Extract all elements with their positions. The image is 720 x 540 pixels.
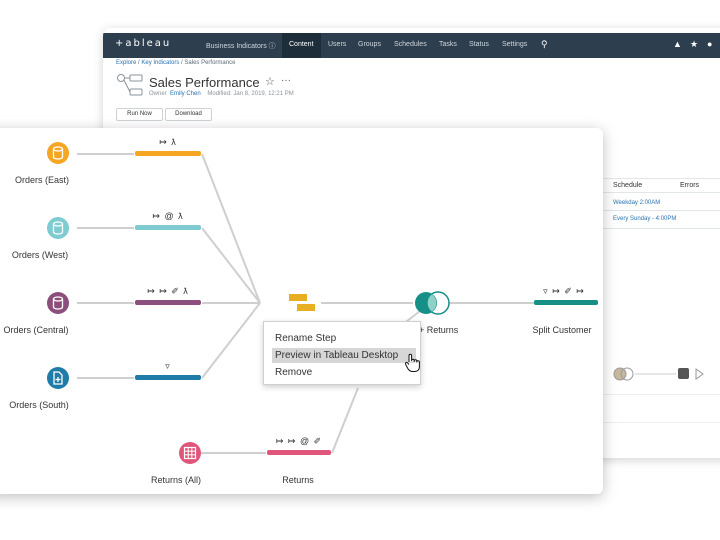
step-label-returns: Returns <box>282 475 314 485</box>
breadcrumb: Explore / Key Indicators / Sales Perform… <box>116 60 236 66</box>
clean-step-central[interactable] <box>135 300 201 305</box>
nav-schedules[interactable]: Schedules <box>394 41 427 48</box>
input-node-orders-central[interactable] <box>46 291 70 315</box>
search-icon[interactable]: ⚲ <box>541 39 548 50</box>
clean-step-returns[interactable] <box>267 450 331 455</box>
input-label-orders-central: Orders (Central) <box>3 325 69 335</box>
input-node-orders-east[interactable] <box>46 141 70 165</box>
favorite-star-icon[interactable]: ☆ <box>265 75 275 88</box>
clean-step-west[interactable] <box>135 225 201 230</box>
schedule-cell[interactable]: Every Sunday - 4:00PM <box>613 216 676 222</box>
step-ops-icons: ↦ ↦ ✐ ƛ <box>147 286 189 296</box>
hand-cursor-icon <box>404 353 420 372</box>
top-nav-bar: +ableau Business Indicators ⓘ Content Us… <box>103 33 720 58</box>
input-node-orders-south[interactable] <box>46 366 70 390</box>
nav-status[interactable]: Status <box>469 41 489 48</box>
join-step-icon[interactable] <box>414 290 452 316</box>
clean-step-south[interactable] <box>135 375 201 380</box>
page-title: Sales Performance <box>149 75 260 90</box>
nav-groups[interactable]: Groups <box>358 41 381 48</box>
nav-settings[interactable]: Settings <box>502 41 527 48</box>
schedule-cell[interactable]: Weekday 2:00AM <box>613 200 660 206</box>
menu-item-remove[interactable]: Remove <box>264 365 420 380</box>
modified-date: Modified: Jan 8, 2019, 12:21 PM <box>207 91 294 97</box>
input-label-orders-south: Orders (South) <box>9 400 69 410</box>
run-now-button[interactable]: Run Now <box>116 108 163 121</box>
user-icon[interactable]: ● <box>707 39 712 49</box>
alert-icon[interactable]: ▲ <box>673 39 682 49</box>
nav-business-indicators[interactable]: Business Indicators ⓘ <box>206 41 276 51</box>
favorites-star-icon[interactable]: ★ <box>690 39 698 50</box>
col-header-errors[interactable]: Errors <box>680 182 699 189</box>
more-actions-icon[interactable]: ··· <box>281 75 291 86</box>
mini-flow-preview <box>613 367 704 381</box>
step-ops-icons: ▿ ↦ ✐ ↦ <box>543 286 585 296</box>
nav-users[interactable]: Users <box>328 41 346 48</box>
menu-item-rename-step[interactable]: Rename Step <box>264 331 420 346</box>
flow-thumbnail-icon <box>117 74 143 96</box>
split-step-label: Split Customer <box>532 325 592 335</box>
breadcrumb-key-indicators[interactable]: Key Indicators <box>141 60 179 66</box>
menu-item-preview-in-tableau-desktop[interactable]: Preview in Tableau Desktop <box>272 348 416 363</box>
step-ops-icons: ↦ ↦ @ ✐ <box>275 436 323 446</box>
input-label-orders-east: Orders (East) <box>14 175 70 185</box>
input-label-orders-west: Orders (West) <box>11 250 69 260</box>
breadcrumb-explore[interactable]: Explore <box>116 60 136 66</box>
nav-content[interactable]: Content <box>289 41 314 48</box>
input-label-returns-all: Returns (All) <box>150 475 202 485</box>
breadcrumb-current: Sales Performance <box>184 60 236 66</box>
col-header-schedule[interactable]: Schedule <box>613 182 642 189</box>
owner-link[interactable]: Emily Chen <box>170 91 201 97</box>
context-menu: Rename Step Preview in Tableau Desktop R… <box>263 321 421 385</box>
owner-meta: Owner Emily Chen Modified: Jan 8, 2019, … <box>149 91 294 97</box>
filter-icon: ▿ <box>165 361 171 371</box>
nav-tasks[interactable]: Tasks <box>439 41 457 48</box>
clean-step-east[interactable] <box>135 151 201 156</box>
download-button[interactable]: Download <box>165 108 212 121</box>
input-node-orders-west[interactable] <box>46 216 70 240</box>
step-ops-icons: ↦ ƛ <box>159 137 177 147</box>
tableau-logo: +ableau <box>115 38 172 49</box>
union-step-icon[interactable] <box>288 292 316 314</box>
step-ops-icons: ↦ @ ƛ <box>152 211 184 221</box>
input-node-returns-all[interactable] <box>178 441 202 465</box>
split-step-bar[interactable] <box>534 300 598 305</box>
flow-pane-window: Orders (East) Orders (West) Orders (Cent… <box>0 128 603 494</box>
